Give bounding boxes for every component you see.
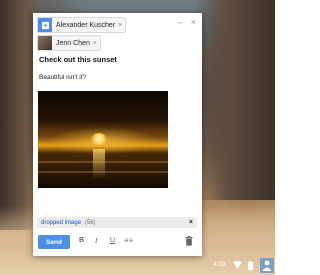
image-wave (38, 161, 168, 163)
compose-toolbar: Send B I U ⊖⊖ (33, 235, 202, 255)
link-button[interactable]: ⊖⊖ (124, 238, 133, 244)
attachment-row: dropped image (5k) × (37, 217, 197, 228)
recipient-chip[interactable]: Alexander Kuscher × (37, 17, 127, 33)
bold-button[interactable]: B (79, 237, 84, 244)
attachment-name[interactable]: dropped image (41, 220, 81, 226)
clock[interactable]: 4:03 (213, 261, 226, 268)
underline-button[interactable]: U (110, 237, 115, 244)
remove-recipient-icon[interactable]: × (93, 40, 100, 47)
battery-icon[interactable] (248, 261, 253, 270)
send-button[interactable]: Send (38, 235, 70, 249)
wallpaper-rock-right (195, 0, 275, 200)
remove-recipient-icon[interactable]: × (118, 22, 125, 29)
image-wave (38, 171, 168, 173)
subject-field[interactable]: Check out this sunset (39, 55, 117, 64)
window-controls: – × (171, 17, 196, 27)
system-tray[interactable]: 4:03 (208, 256, 275, 275)
message-body[interactable]: Beautiful isn't it? (39, 74, 86, 81)
person-icon (262, 260, 272, 271)
trash-icon[interactable] (185, 236, 193, 246)
avatar (38, 36, 52, 50)
contact-icon (38, 18, 52, 32)
minimize-button[interactable]: – (177, 17, 182, 27)
recipient-name: Alexander Kuscher (56, 21, 116, 29)
recipient-name: Jenn Chen (56, 39, 90, 47)
user-icon[interactable] (260, 258, 274, 273)
compose-window: – × Alexander Kuscher × Jenn Chen × Chec… (33, 13, 202, 256)
recipient-chip[interactable]: Jenn Chen × (37, 35, 101, 51)
wifi-icon[interactable] (233, 261, 242, 269)
inline-image (38, 91, 168, 188)
close-button[interactable]: × (191, 17, 196, 27)
italic-button[interactable]: I (95, 237, 97, 245)
image-sun (90, 133, 108, 145)
attachment-size: (5k) (85, 219, 96, 226)
remove-attachment-icon[interactable]: × (189, 219, 193, 226)
image-reflection (93, 149, 105, 179)
